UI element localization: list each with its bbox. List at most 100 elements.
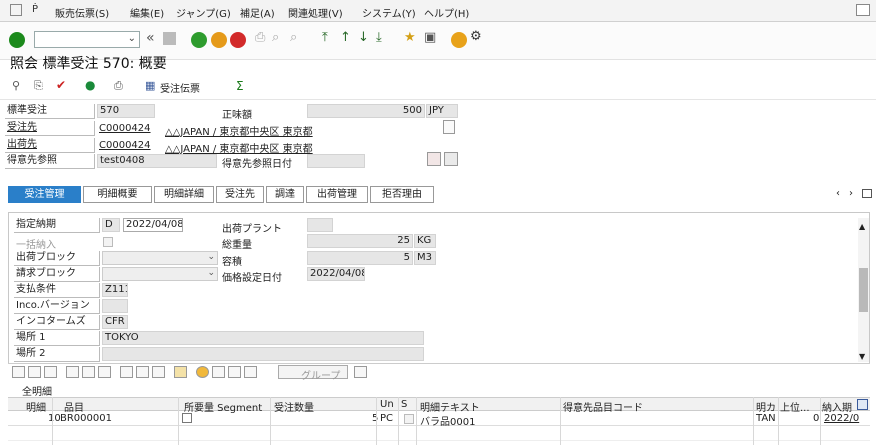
delivery-plant-field xyxy=(307,218,333,232)
ship-to-id[interactable]: C0000424 xyxy=(99,140,151,151)
menu-goto[interactable]: ジャンプ(G) xyxy=(176,5,231,20)
delete-row-icon[interactable] xyxy=(44,366,57,378)
settings-gear-icon[interactable]: ⚙ xyxy=(470,29,482,44)
col-unit[interactable]: Un xyxy=(380,399,394,410)
menu-environment[interactable]: 関連処理(V) xyxy=(288,5,343,20)
inco-version-label: Inco.バージョン xyxy=(14,299,100,314)
item-price-icon[interactable] xyxy=(196,366,209,378)
cust-ref-date-label: 得意先参照日付 xyxy=(222,159,292,170)
sold-to-name[interactable]: △△JAPAN / 東京都中央区 東京都 xyxy=(165,123,313,138)
sold-to-id[interactable]: C0000424 xyxy=(99,123,151,134)
table-row[interactable]: 10 BR000001 5 PC バラ品0001 TAN 0 2022/0 xyxy=(8,411,870,428)
item-person-icon[interactable] xyxy=(120,366,133,378)
tab-rejection-reason[interactable]: 拒否理由 xyxy=(370,186,434,203)
sap-app-icon[interactable] xyxy=(10,4,22,16)
req-delivery-label: 指定納期 xyxy=(14,218,100,233)
help-icon[interactable] xyxy=(451,32,467,48)
billing-block-select[interactable]: ⌄ xyxy=(102,267,218,281)
scroll-down-icon[interactable]: ▼ xyxy=(859,352,865,361)
volume-unit-field: M3 xyxy=(414,251,436,265)
double-chevron-left-icon[interactable]: « xyxy=(146,30,155,46)
order-document-button[interactable]: 受注伝票 xyxy=(160,80,200,95)
filter-icon[interactable] xyxy=(354,366,367,378)
segment-icon[interactable] xyxy=(182,413,192,423)
col-status[interactable]: S xyxy=(401,399,407,410)
tab-order-management[interactable]: 受注管理 xyxy=(8,186,81,203)
item-partner-icon[interactable] xyxy=(244,366,257,378)
sigma-button[interactable]: Σ xyxy=(236,79,244,93)
volume-label: 容積 xyxy=(222,257,242,268)
chevron-down-icon: ⌄ xyxy=(207,252,215,262)
scroll-up-icon[interactable]: ▲ xyxy=(859,222,865,231)
group-button[interactable]: グループ xyxy=(278,365,348,382)
tab-procurement[interactable]: 調達 xyxy=(266,186,304,203)
tab-item-overview[interactable]: 明細概要 xyxy=(83,186,152,203)
window-control-icon[interactable] xyxy=(856,4,870,16)
cancel-icon[interactable] xyxy=(230,32,246,48)
new-session-icon[interactable]: ★ xyxy=(404,30,416,45)
save-icon[interactable] xyxy=(163,32,176,45)
first-page-icon[interactable]: ⤒ xyxy=(322,30,328,45)
table-row-empty[interactable] xyxy=(8,426,870,441)
find-icon[interactable]: ⌕ xyxy=(272,30,279,45)
column-divider xyxy=(778,397,779,445)
item-text-icon[interactable] xyxy=(228,366,241,378)
item-condition-icon[interactable] xyxy=(152,366,165,378)
details-icon[interactable] xyxy=(12,366,25,378)
column-divider xyxy=(376,397,377,445)
form-icon[interactable] xyxy=(427,152,441,166)
deselect-all-icon[interactable] xyxy=(82,366,95,378)
insert-row-icon[interactable] xyxy=(28,366,41,378)
tab-scroll-left-icon[interactable]: ‹ xyxy=(836,188,840,199)
previous-page-icon[interactable]: ↑ xyxy=(340,30,351,45)
check-x-icon[interactable]: ✔ xyxy=(56,78,66,92)
chevron-down-icon: ⌄ xyxy=(207,268,215,278)
ship-to-name[interactable]: △△JAPAN / 東京都中央区 東京都 xyxy=(165,140,313,155)
tab-scroll-right-icon[interactable]: › xyxy=(849,188,853,199)
tab-list-icon[interactable] xyxy=(862,189,872,198)
column-divider xyxy=(178,397,179,445)
select-block-icon[interactable] xyxy=(98,366,111,378)
last-page-icon[interactable]: ⤓ xyxy=(376,30,382,45)
print-icon[interactable]: ⎙ xyxy=(255,30,265,45)
next-page-icon[interactable]: ↓ xyxy=(358,30,369,45)
menu-extras[interactable]: 補足(A) xyxy=(240,5,275,20)
enter-check-icon[interactable] xyxy=(9,32,25,48)
display-document-flow-icon[interactable]: ⚲ xyxy=(12,79,20,92)
exit-icon[interactable] xyxy=(211,32,227,48)
column-divider xyxy=(416,397,417,445)
sap-p-icon[interactable]: Ṗ xyxy=(32,4,38,15)
net-value-label: 正味額 xyxy=(222,110,252,121)
menu-edit[interactable]: 編集(E) xyxy=(130,5,164,20)
column-settings-icon[interactable] xyxy=(857,399,868,410)
inco-version-field xyxy=(102,299,128,313)
scrollbar-thumb[interactable] xyxy=(859,268,868,312)
back-icon[interactable] xyxy=(191,32,207,48)
output-icon[interactable]: ⎙ xyxy=(114,79,123,93)
delivery-block-select[interactable]: ⌄ xyxy=(102,251,218,265)
sold-to-label[interactable]: 受注先 xyxy=(5,121,95,136)
find-next-icon[interactable]: ⌕ xyxy=(290,30,297,45)
document-icon[interactable] xyxy=(443,120,455,134)
person-icon[interactable]: ● xyxy=(85,78,95,92)
ship-to-label[interactable]: 出荷先 xyxy=(5,138,95,153)
menu-sales-document[interactable]: 販売伝票(S) xyxy=(55,5,109,20)
page-title: 照会 標準受注 570: 概要 xyxy=(10,56,167,72)
order-document-icon[interactable]: ▦ xyxy=(145,79,155,92)
person-search-icon[interactable] xyxy=(444,152,458,166)
command-field[interactable]: ⌄ xyxy=(34,31,140,48)
shortcut-icon[interactable]: ▣ xyxy=(424,30,436,45)
item-config-icon[interactable] xyxy=(174,366,187,378)
tab-item-detail[interactable]: 明細詳細 xyxy=(154,186,214,203)
item-search-icon[interactable] xyxy=(136,366,149,378)
status-overview-icon[interactable]: ⎘ xyxy=(34,79,43,93)
complete-delivery-checkbox[interactable] xyxy=(103,237,113,247)
tab-shipping[interactable]: 出荷管理 xyxy=(306,186,368,203)
row-checkbox[interactable] xyxy=(404,414,414,424)
select-all-icon[interactable] xyxy=(66,366,79,378)
menu-system[interactable]: システム(Y) xyxy=(362,5,416,20)
tab-ordering-party[interactable]: 受注先 xyxy=(216,186,264,203)
menu-help[interactable]: ヘルプ(H) xyxy=(424,5,469,20)
net-value-field: 500 xyxy=(307,104,425,118)
item-schedule-icon[interactable] xyxy=(212,366,225,378)
